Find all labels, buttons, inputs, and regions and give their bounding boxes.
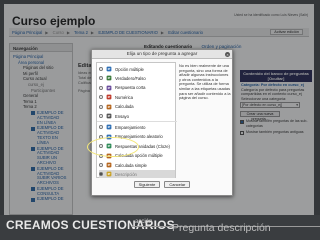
question-type-option[interactable]: Numérica [99, 93, 175, 101]
radio-icon[interactable] [99, 95, 103, 100]
cancel-button[interactable]: Cancelar [164, 181, 191, 188]
dialog-title: Elija un tipo de pregunta a agregar × [92, 50, 232, 59]
question-type-label: Calculada [115, 104, 134, 110]
dialog-footer: Siguiente Cancelar [92, 181, 232, 188]
slide-footer: CREAMOS CUESTIONARIOS acción Pregunta de… [0, 215, 320, 240]
radio-icon[interactable] [99, 67, 103, 71]
footer-subtitle: Pregunta descripción [172, 222, 271, 234]
screenshot: Curso ejemplo Usted se ha identificado c… [0, 0, 320, 240]
question-type-label: Descripción [115, 171, 137, 177]
question-type-label: Numérica [115, 94, 133, 100]
question-type-label: Verdadero/Falso [115, 75, 146, 81]
question-type-option[interactable]: Calculada [99, 103, 175, 111]
radio-icon[interactable] [99, 76, 103, 81]
footer-section: acción [135, 219, 153, 225]
question-type-option[interactable]: Verdadero/Falso [99, 74, 175, 82]
radio-icon[interactable] [99, 125, 103, 130]
question-type-label: Ensayo [115, 113, 129, 119]
dialog-title-text: Elija un tipo de pregunta a agregar [126, 51, 198, 56]
matching-icon [106, 124, 112, 130]
question-type-label: Respuesta corta [115, 85, 146, 91]
question-type-option[interactable]: Emparejamiento [97, 121, 177, 131]
question-type-label: Emparejamiento [115, 124, 146, 130]
question-type-option[interactable]: Ensayo [99, 112, 175, 120]
calculated-simple-icon [106, 162, 112, 168]
question-type-chooser: Elija un tipo de pregunta a agregar × Op… [91, 49, 233, 196]
true-false-icon [106, 75, 112, 81]
short-answer-icon [106, 85, 112, 91]
numerical-icon [106, 94, 112, 100]
radio-icon[interactable] [99, 104, 103, 109]
essay-icon [106, 113, 112, 119]
question-type-label: Opción múltiple [115, 66, 144, 72]
next-button[interactable]: Siguiente [133, 181, 161, 188]
radio-icon[interactable] [99, 163, 103, 167]
radio-icon[interactable] [99, 85, 103, 90]
multiple-choice-icon [106, 66, 112, 72]
question-type-option[interactable]: Opción múltiple [99, 65, 175, 73]
description-icon [106, 171, 112, 177]
question-type-option[interactable]: Descripción [99, 170, 175, 179]
question-type-label: Calculada simple [115, 162, 147, 168]
highlight-ellipse [87, 137, 139, 157]
question-type-list: Opción múltiple Verdadero/Falso Respuesta … [96, 62, 177, 179]
question-type-description: No es bien realmente de una pregunta, si… [179, 63, 231, 101]
question-type-option[interactable]: Respuesta corta [99, 84, 175, 92]
radio-icon[interactable] [99, 114, 103, 118]
close-icon[interactable]: × [225, 51, 230, 57]
radio-icon[interactable] [99, 172, 103, 177]
calculated-icon [106, 104, 112, 109]
question-type-option[interactable]: Calculada simple [99, 161, 175, 169]
